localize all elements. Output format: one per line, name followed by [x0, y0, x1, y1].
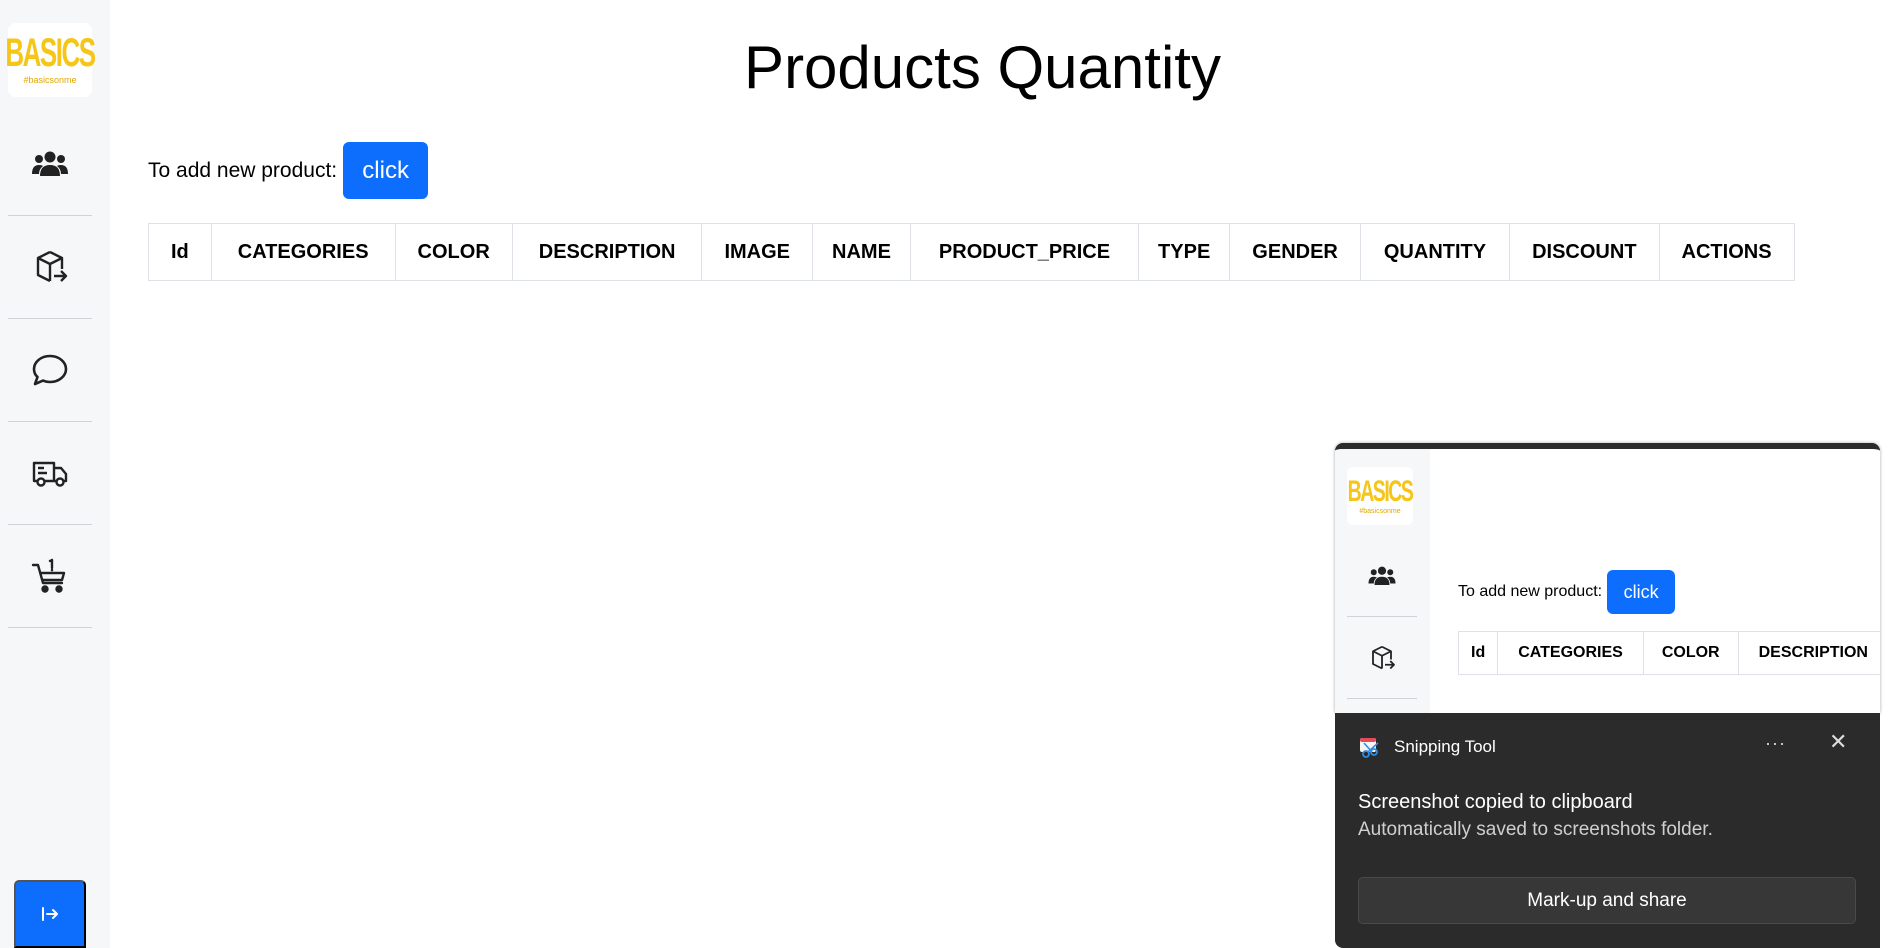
column-header-color[interactable]: COLOR [394, 223, 513, 281]
logout-button[interactable] [14, 880, 86, 948]
table-header-row: Id CATEGORIES COLOR DESCRIPTION IMAGE NA… [148, 223, 1795, 281]
users-icon [1368, 566, 1396, 585]
add-product-prompt: To add new product: [148, 158, 338, 182]
preview-brand-wordmark: BASICS [1347, 473, 1414, 507]
users-icon [32, 151, 68, 176]
preview-sidebar-item-products [1347, 617, 1417, 699]
column-header-type[interactable]: TYPE [1138, 223, 1231, 281]
preview-add-product-prompt: To add new product: [1458, 583, 1603, 600]
column-header-product-price[interactable]: PRODUCT_PRICE [909, 223, 1140, 281]
column-header-description[interactable]: DESCRIPTION [511, 223, 703, 281]
add-product-button[interactable]: click [343, 142, 429, 199]
notification-app-name: Snipping Tool [1394, 737, 1496, 756]
preview-brand-logo: BASICS #basicsonme [1347, 467, 1414, 525]
column-header-discount[interactable]: DISCOUNT [1509, 223, 1660, 281]
column-header-name[interactable]: NAME [812, 223, 911, 281]
box-export-icon [36, 250, 68, 283]
sidebar-item-users[interactable] [8, 113, 92, 216]
more-options-icon[interactable]: ··· [1765, 733, 1786, 754]
notification-title: Screenshot copied to clipboard [1358, 791, 1633, 813]
preview-column-header-description: DESCRIPTION [1737, 631, 1880, 675]
logout-icon [42, 907, 58, 921]
close-icon[interactable]: ✕ [1829, 729, 1847, 755]
column-header-image[interactable]: IMAGE [701, 223, 814, 281]
preview-sidebar-item-users [1347, 535, 1417, 617]
notification-header: Snipping Tool [1358, 735, 1496, 759]
column-header-actions[interactable]: ACTIONS [1658, 223, 1795, 281]
column-header-gender[interactable]: GENDER [1229, 223, 1361, 281]
sidebar-item-messages[interactable] [8, 319, 92, 422]
preview-column-header-id: Id [1457, 631, 1499, 675]
brand-wordmark: BASICS [5, 29, 96, 75]
preview-add-product-button: click [1607, 570, 1676, 614]
cart-icon [31, 558, 66, 593]
brand-logo[interactable]: BASICS #basicsonme [5, 23, 96, 97]
preview-table-header-row: Id CATEGORIES COLOR DESCRIPTION [1457, 631, 1880, 675]
chat-icon [32, 354, 68, 386]
column-header-id[interactable]: Id [148, 223, 212, 281]
snipping-tool-icon [1360, 738, 1379, 758]
preview-sidebar: BASICS #basicsonme [1335, 449, 1430, 713]
products-table: Id CATEGORIES COLOR DESCRIPTION IMAGE NA… [148, 223, 1795, 281]
column-header-categories[interactable]: CATEGORIES [210, 223, 396, 281]
screenshot-preview[interactable]: BASICS #basicsonme To add new product: c… [1335, 443, 1880, 713]
column-header-quantity[interactable]: QUANTITY [1359, 223, 1511, 281]
markup-and-share-button[interactable]: Mark-up and share [1358, 877, 1856, 924]
preview-column-header-color: COLOR [1642, 631, 1739, 675]
preview-add-product-row: To add new product: click [1458, 570, 1676, 614]
truck-icon [32, 461, 68, 487]
add-product-row: To add new product: click [148, 142, 429, 199]
sidebar: BASICS #basicsonme [0, 0, 110, 948]
sidebar-item-orders[interactable] [8, 525, 92, 628]
preview-brand-tagline: #basicsonme [1359, 507, 1401, 515]
sidebar-item-delivery[interactable] [8, 422, 92, 525]
box-export-icon [1372, 645, 1395, 669]
page-title: Products Quantity [744, 34, 1221, 101]
preview-column-header-categories: CATEGORIES [1497, 631, 1644, 675]
preview-products-table: Id CATEGORIES COLOR DESCRIPTION [1457, 631, 1880, 675]
brand-tagline: #basicsonme [23, 75, 77, 85]
notification-subtitle: Automatically saved to screenshots folde… [1358, 819, 1713, 840]
snipping-tool-notification: Snipping Tool ··· ✕ Screenshot copied to… [1335, 713, 1880, 948]
sidebar-item-products[interactable] [8, 216, 92, 319]
